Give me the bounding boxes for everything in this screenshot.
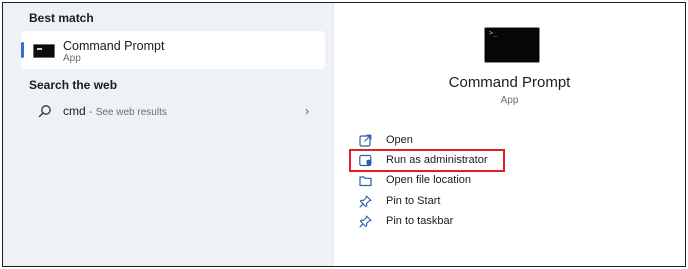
chevron-right-icon[interactable]: ›: [305, 104, 309, 118]
query-term: cmd: [63, 104, 86, 118]
highlight-annotation-box: [349, 149, 505, 172]
best-match-result[interactable]: Command Prompt App: [21, 31, 325, 69]
selection-indicator: [21, 42, 24, 58]
open-icon: [358, 133, 372, 147]
app-details-panel: Command Prompt App Open Run as administr…: [333, 3, 685, 266]
action-label: Open: [386, 134, 413, 146]
action-label: Pin to Start: [386, 195, 441, 207]
action-open[interactable]: Open: [358, 131, 413, 149]
action-open-file-location[interactable]: Open file location: [358, 171, 471, 189]
best-match-type: App: [63, 53, 81, 64]
web-results-hint: See web results: [95, 107, 167, 118]
query-separator: -: [89, 107, 93, 118]
web-search-result[interactable]: cmd - See web results ›: [21, 98, 325, 124]
pin-icon: [358, 194, 372, 208]
web-query-text: cmd - See web results: [63, 104, 167, 118]
action-label: Open file location: [386, 174, 471, 186]
folder-icon: [358, 173, 372, 187]
best-match-name: Command Prompt: [63, 39, 165, 53]
search-results-panel: Best match Command Prompt App Search the…: [3, 3, 333, 266]
search-web-heading: Search the web: [29, 78, 118, 92]
best-match-heading: Best match: [29, 11, 94, 25]
action-pin-to-start[interactable]: Pin to Start: [358, 192, 440, 210]
app-type: App: [500, 95, 519, 106]
action-label: Pin to taskbar: [386, 215, 454, 227]
app-title: Command Prompt: [448, 74, 571, 91]
action-pin-to-taskbar[interactable]: Pin to taskbar: [358, 212, 453, 230]
pin-icon: [358, 214, 372, 228]
command-prompt-large-icon: [484, 27, 540, 63]
search-icon: [38, 105, 51, 118]
start-search-window: Best match Command Prompt App Search the…: [2, 2, 686, 267]
command-prompt-icon: [33, 44, 55, 58]
